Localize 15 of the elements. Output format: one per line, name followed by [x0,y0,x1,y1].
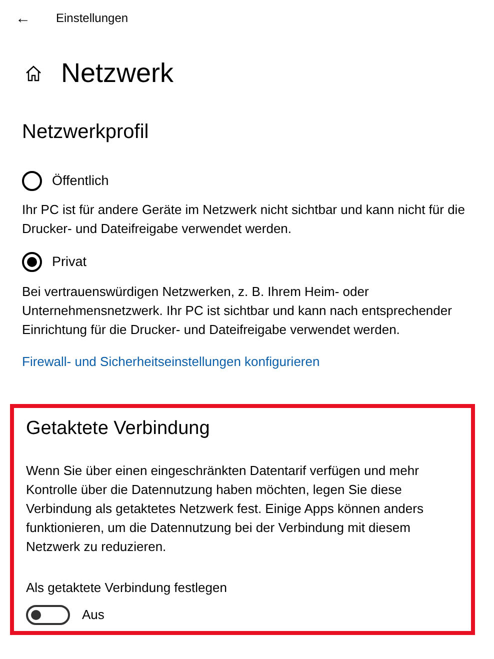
toggle-label: Als getaktete Verbindung festlegen [26,578,227,597]
description-text: Ihr PC ist für andere Geräte im Netzwerk nicht sichtbar und kann nicht für die Drucker- und Dateifreigabe verwendet werden. [22,201,466,238]
back-button[interactable]: ← [14,10,32,26]
description-text: Bei vertrauenswürdigen Netzwerken, z. B. Ihrem Heim- oder Unternehmensnetzwerk. Ihr PC ist sichtbar und kann nach entsprechender Einrichtung für die Drucker- und Dateifreigabe verwendet werden. [22,282,453,338]
page-heading: Netzwerk [61,57,174,90]
window-title: Einstellungen [56,10,128,27]
toggle-switch[interactable] [26,605,70,625]
section-heading: Netzwerkprofil [22,120,150,145]
settings-link[interactable]: Firewall- und Sicherheitseinstellungen konfigurieren [22,352,320,371]
radio-option[interactable]: Privat [22,252,87,272]
toggle-state: Aus [82,606,104,624]
radio-option[interactable]: Öffentlich [22,171,109,192]
description-text: Wenn Sie über einen eingeschränkten Datentarif verfügen und mehr Kontrolle über die Datennutzung haben möchten, legen Sie diese Verbindung als getaktetes Netzwerk fest. Einige Apps können anders funktionieren, um die Datennutzung bei der Verbindung mit diesem Netzwerk zu reduzieren. [26,462,424,556]
section-heading: Getaktete Verbindung [26,417,211,441]
home-icon[interactable] [25,64,42,82]
